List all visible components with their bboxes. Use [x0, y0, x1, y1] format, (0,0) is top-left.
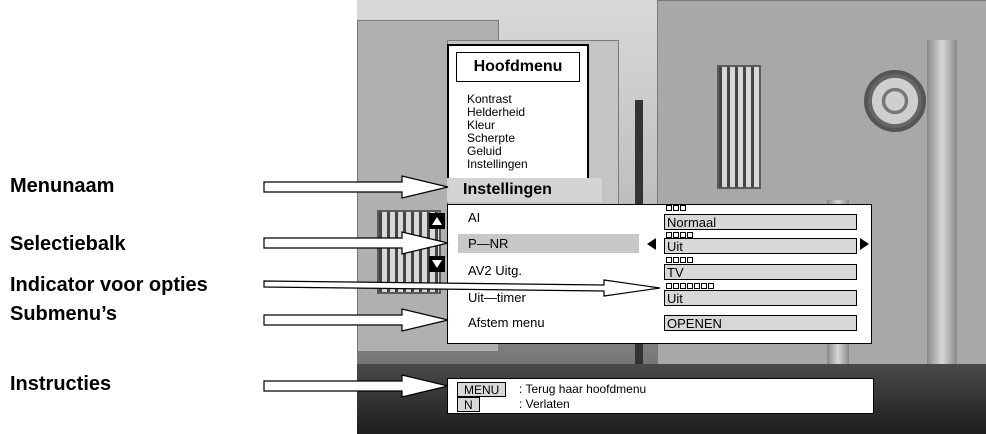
arrow-selectiebalk: [263, 231, 449, 255]
arrow-indicator: [263, 279, 661, 297]
callout-arrows: [263, 175, 661, 398]
arrow-menunaam: [263, 175, 449, 199]
arrow-instructies: [263, 374, 449, 398]
arrow-submenus: [263, 308, 449, 332]
